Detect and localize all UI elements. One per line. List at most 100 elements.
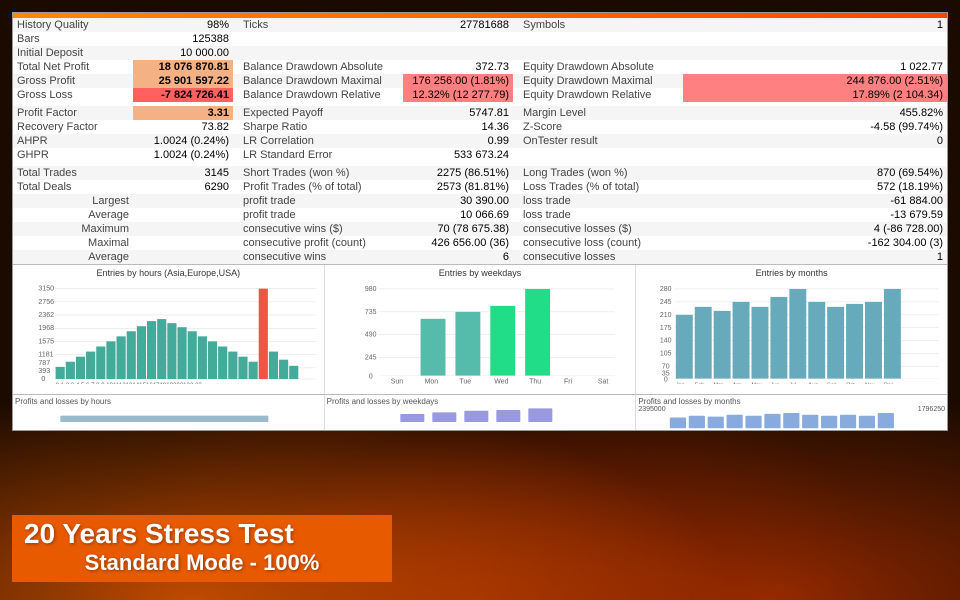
- svg-text:0: 0: [664, 377, 668, 384]
- row-gross-loss: Gross Loss -7 824 726.41 Balance Drawdow…: [13, 88, 947, 102]
- svg-text:Tue: Tue: [459, 379, 471, 384]
- label-max-consec-wins: consecutive wins ($): [233, 222, 403, 236]
- svg-text:Oct: Oct: [846, 383, 855, 384]
- svg-text:Thu: Thu: [529, 379, 541, 384]
- val-expected-payoff: 5747.81: [403, 106, 513, 120]
- svg-text:Wed: Wed: [494, 379, 508, 384]
- label-total-net-profit: Total Net Profit: [13, 60, 133, 74]
- svg-text:0 1 2 3 4 5 6 7 8 9 1011121314: 0 1 2 3 4 5 6 7 8 9 10111213141516171819…: [56, 382, 203, 383]
- val-zscore: -4.58 (99.74%): [683, 120, 947, 134]
- svg-text:1181: 1181: [38, 351, 53, 359]
- profits-months-y-high: 2395000: [638, 406, 665, 413]
- svg-text:393: 393: [38, 367, 50, 375]
- val-avg-consec-wins: 6: [403, 250, 513, 264]
- row-largest: Largest profit trade 30 390.00 loss trad…: [13, 194, 947, 208]
- label-lr-correlation: LR Correlation: [233, 134, 403, 148]
- chart-hours-svg: 3150 2756 2362 1968 1575 1181 787 393 0: [16, 279, 321, 384]
- label-zscore: Z-Score: [513, 120, 683, 134]
- label-ahpr: AHPR: [13, 134, 133, 148]
- svg-text:Feb: Feb: [695, 383, 704, 384]
- profits-hours-area: Profits and losses by hours: [13, 395, 325, 430]
- row-total-deals: Total Deals 6290 Profit Trades (% of tot…: [13, 180, 947, 194]
- svg-text:245: 245: [365, 355, 377, 362]
- val-total-net-profit: 18 076 870.81: [133, 60, 233, 74]
- label-avg-loss-trade: loss trade: [513, 208, 683, 222]
- label-ghpr: GHPR: [13, 148, 133, 162]
- svg-text:980: 980: [365, 286, 377, 293]
- row-total-trades: Total Trades 3145 Short Trades (won %) 2…: [13, 166, 947, 180]
- val-ticks: 27781688: [403, 18, 513, 32]
- val-gross-loss: -7 824 726.41: [133, 88, 233, 102]
- row-recovery-factor: Recovery Factor 73.82 Sharpe Ratio 14.36…: [13, 120, 947, 134]
- label-avg-consec-losses: consecutive losses: [513, 250, 683, 264]
- row-bars: Bars 125388: [13, 32, 947, 46]
- profits-losses-area: Profits and losses by hours Profits and …: [13, 394, 947, 430]
- row-total-net-profit: Total Net Profit 18 076 870.81 Balance D…: [13, 60, 947, 74]
- label-max-consec-loss: consecutive loss (count): [513, 236, 683, 250]
- val-initial-deposit: 10 000.00: [133, 46, 233, 60]
- val-history-quality: 98%: [133, 18, 233, 32]
- val-largest-profit-trade: 30 390.00: [403, 194, 513, 208]
- label-gross-profit: Gross Profit: [13, 74, 133, 88]
- val-balance-drawdown-maximal: 176 256.00 (1.81%): [403, 74, 513, 88]
- label-profit-factor: Profit Factor: [13, 106, 133, 120]
- stats-section: History Quality 98% Ticks 27781688 Symbo…: [13, 18, 947, 264]
- label-symbols: Symbols: [513, 18, 683, 32]
- chart-weekdays: Entries by weekdays 980 735 490 245 0: [325, 265, 637, 394]
- svg-text:735: 735: [365, 309, 377, 316]
- val-avg-loss-trade: -13 679.59: [683, 208, 947, 222]
- val-largest-loss-trade: -61 884.00: [683, 194, 947, 208]
- label-history-quality: History Quality: [13, 18, 133, 32]
- svg-text:105: 105: [660, 351, 672, 358]
- row-avg-consec: Average consecutive wins 6 consecutive l…: [13, 250, 947, 264]
- label-short-trades: Short Trades (won %): [233, 166, 403, 180]
- stress-test-line1: 20 Years Stress Test: [24, 519, 380, 550]
- svg-text:Jun: Jun: [771, 383, 780, 384]
- profits-months-title: Profits and losses by months: [638, 397, 945, 406]
- chart-hours-title: Entries by hours (Asia,Europe,USA): [16, 268, 321, 278]
- svg-text:0: 0: [368, 374, 372, 381]
- label-average2: Average: [13, 250, 133, 264]
- stress-test-line2: Standard Mode - 100%: [24, 550, 380, 576]
- row-initial-deposit: Initial Deposit 10 000.00: [13, 46, 947, 60]
- val-bars: 125388: [133, 32, 233, 46]
- svg-text:2756: 2756: [38, 298, 54, 306]
- svg-text:Mar: Mar: [714, 383, 724, 384]
- val-loss-trades: 572 (18.19%): [683, 180, 947, 194]
- row-ghpr: GHPR 1.0024 (0.24%) LR Standard Error 53…: [13, 148, 947, 162]
- profits-weekdays-area: Profits and losses by weekdays: [325, 395, 637, 430]
- label-total-deals: Total Deals: [13, 180, 133, 194]
- row-average-trade: Average profit trade 10 066.69 loss trad…: [13, 208, 947, 222]
- charts-area: Entries by hours (Asia,Europe,USA) 3150 …: [13, 264, 947, 394]
- chart-months-title: Entries by months: [639, 268, 944, 278]
- label-balance-drawdown-relative: Balance Drawdown Relative: [233, 88, 403, 102]
- label-maximum: Maximum: [13, 222, 133, 236]
- label-gross-loss: Gross Loss: [13, 88, 133, 102]
- val-recovery-factor: 73.82: [133, 120, 233, 134]
- label-equity-drawdown-maximal: Equity Drawdown Maximal: [513, 74, 683, 88]
- label-equity-drawdown-absolute: Equity Drawdown Absolute: [513, 60, 683, 74]
- svg-text:140: 140: [660, 338, 672, 345]
- svg-text:Dec: Dec: [884, 383, 894, 384]
- val-lr-standard-error: 533 673.24: [403, 148, 513, 162]
- chart-weekdays-svg: 980 735 490 245 0: [328, 279, 633, 384]
- svg-text:245: 245: [660, 299, 672, 306]
- label-margin-level: Margin Level: [513, 106, 683, 120]
- val-short-trades: 2275 (86.51%): [403, 166, 513, 180]
- svg-text:70: 70: [662, 364, 670, 371]
- label-avg-profit-trade: profit trade: [233, 208, 403, 222]
- svg-text:3150: 3150: [38, 285, 54, 293]
- label-equity-drawdown-relative: Equity Drawdown Relative: [513, 88, 683, 102]
- val-on-tester-result: 0: [683, 134, 947, 148]
- val-ghpr: 1.0024 (0.24%): [133, 148, 233, 162]
- label-maximal: Maximal: [13, 236, 133, 250]
- val-balance-drawdown-absolute: 372.73: [403, 60, 513, 74]
- label-ticks: Ticks: [233, 18, 403, 32]
- svg-text:May: May: [752, 383, 763, 384]
- val-profit-trades: 2573 (81.81%): [403, 180, 513, 194]
- val-avg-profit-trade: 10 066.69: [403, 208, 513, 222]
- row-gross-profit: Gross Profit 25 901 597.22 Balance Drawd…: [13, 74, 947, 88]
- svg-text:1575: 1575: [38, 337, 54, 345]
- val-margin-level: 455.82%: [683, 106, 947, 120]
- svg-text:2362: 2362: [38, 311, 54, 319]
